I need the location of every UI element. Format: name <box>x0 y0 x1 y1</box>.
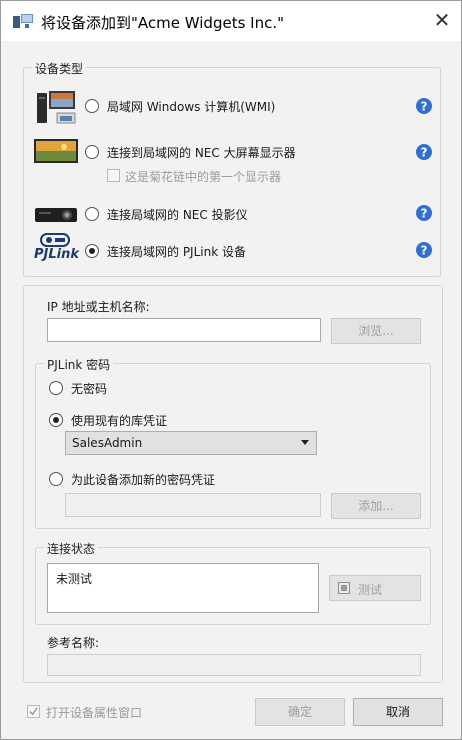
use-existing-credential-radio[interactable] <box>49 413 63 427</box>
pjlink-logo-text: PJLink <box>34 247 80 262</box>
use-existing-credential-label: 使用现有的库凭证 <box>71 414 168 428</box>
browse-button[interactable]: 浏览... <box>331 318 421 344</box>
svg-text:?: ? <box>421 146 428 160</box>
help-icon-pjlink[interactable]: ? <box>416 242 432 258</box>
add-credential-button[interactable]: 添加... <box>331 493 421 519</box>
ip-address-label: IP 地址或主机名称: <box>47 300 150 314</box>
help-icon-nec-projector[interactable]: ? <box>416 205 432 221</box>
add-new-credential-label: 为此设备添加新的密码凭证 <box>71 473 216 487</box>
no-password-radio[interactable] <box>49 381 63 395</box>
chevron-down-icon <box>301 440 309 445</box>
add-device-dialog: 将设备添加到"Acme Widgets Inc." ✕ 设备类型 局域网 Win… <box>0 0 462 740</box>
help-icon-wmi[interactable]: ? <box>416 98 432 114</box>
projector-icon <box>35 208 77 222</box>
open-properties-label: 打开设备属性窗口 <box>46 706 143 720</box>
cancel-button[interactable]: 取消 <box>353 698 443 726</box>
device-type-legend: 设备类型 <box>32 60 87 77</box>
ok-button[interactable]: 确定 <box>255 698 345 726</box>
connection-status-box: 未测试 <box>47 563 319 613</box>
large-display-icon <box>34 139 78 163</box>
pjlink-password-legend: PJLink 密码 <box>44 356 114 373</box>
device-type-radio-nec-display[interactable] <box>85 145 99 159</box>
title-bar: 将设备添加到"Acme Widgets Inc." ✕ <box>1 1 461 41</box>
credential-dropdown[interactable]: SalesAdmin <box>65 431 317 455</box>
pjlink-projector-glyph <box>40 233 70 247</box>
open-properties-checkbox[interactable] <box>27 705 40 718</box>
ip-address-input[interactable] <box>47 318 321 342</box>
check-icon <box>29 707 38 716</box>
daisy-chain-label: 这是菊花链中的第一个显示器 <box>125 170 282 184</box>
pjlink-icon: PJLink <box>34 233 80 263</box>
test-connection-label: 测试 <box>358 583 383 597</box>
credential-dropdown-value: SalesAdmin <box>72 436 143 450</box>
help-icon-nec-display[interactable]: ? <box>416 144 432 160</box>
app-icon <box>13 14 33 28</box>
connection-status-text: 未测试 <box>56 572 93 586</box>
reference-name-label: 参考名称: <box>47 636 100 650</box>
svg-text:?: ? <box>421 100 428 114</box>
add-new-credential-radio[interactable] <box>49 472 63 486</box>
test-icon <box>338 582 350 594</box>
device-type-radio-nec-projector[interactable] <box>85 207 99 221</box>
device-type-radio-wmi[interactable] <box>85 99 99 113</box>
test-connection-button[interactable]: 测试 <box>329 575 421 601</box>
device-type-label-wmi: 局域网 Windows 计算机(WMI) <box>107 100 276 114</box>
no-password-label: 无密码 <box>71 382 108 396</box>
reference-name-input[interactable] <box>47 654 421 676</box>
close-icon[interactable]: ✕ <box>429 7 455 33</box>
device-type-label-nec-projector: 连接局域网的 NEC 投影仪 <box>107 208 248 222</box>
computer-monitor-icon <box>37 91 76 124</box>
window-title: 将设备添加到"Acme Widgets Inc." <box>41 14 285 32</box>
new-credential-input[interactable] <box>65 493 321 517</box>
device-type-label-pjlink: 连接局域网的 PJLink 设备 <box>107 245 246 259</box>
connection-status-legend: 连接状态 <box>44 540 99 557</box>
device-type-radio-pjlink[interactable] <box>85 244 99 258</box>
svg-text:?: ? <box>421 207 428 221</box>
svg-text:?: ? <box>421 244 428 258</box>
daisy-chain-checkbox[interactable] <box>107 169 120 182</box>
device-type-label-nec-display: 连接到局域网的 NEC 大屏幕显示器 <box>107 146 296 160</box>
